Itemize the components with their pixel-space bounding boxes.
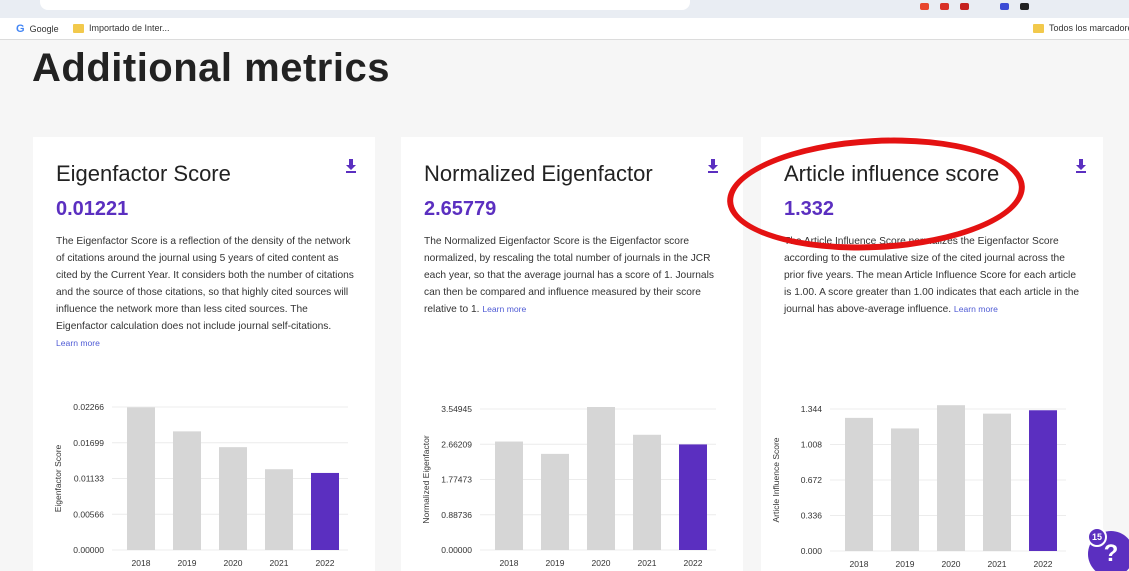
x-tick-label: 2018 bbox=[132, 558, 151, 568]
y-tick-label: 3.54945 bbox=[441, 404, 472, 414]
bar bbox=[845, 417, 873, 551]
bar bbox=[983, 413, 1011, 551]
bar bbox=[127, 407, 155, 550]
learn-more-link[interactable]: Learn more bbox=[482, 304, 526, 314]
bar-chart: 3.54945 2.66209 1.77473 0.88736 0.00000 Norma… bbox=[401, 400, 743, 571]
x-tick-label: 2018 bbox=[850, 559, 869, 569]
page-title: Additional metrics bbox=[32, 46, 390, 90]
x-tick-label: 2021 bbox=[638, 558, 657, 568]
y-tick-label: 0.00000 bbox=[73, 545, 104, 555]
bookmark-google[interactable]: G Google bbox=[16, 23, 59, 35]
bookmark-label: Todos los marcadores bbox=[1049, 23, 1129, 33]
y-tick-label: 1.344 bbox=[801, 404, 823, 414]
x-tick-label: 2020 bbox=[592, 558, 611, 568]
download-icon[interactable] bbox=[346, 159, 356, 173]
description-text: The Eigenfactor Score is a reflection of… bbox=[56, 236, 354, 332]
extension-icon[interactable] bbox=[1020, 3, 1029, 10]
bar bbox=[265, 469, 293, 550]
x-tick-label: 2019 bbox=[896, 559, 915, 569]
y-tick-label: 0.672 bbox=[801, 475, 823, 485]
address-bar[interactable] bbox=[40, 0, 690, 10]
metric-card-eigenfactor: Eigenfactor Score 0.01221 The Eigenfacto… bbox=[33, 137, 375, 571]
y-tick-label: 1.77473 bbox=[441, 475, 472, 485]
bar bbox=[495, 441, 523, 550]
y-tick-label: 0.00566 bbox=[73, 509, 104, 519]
x-tick-label: 2020 bbox=[942, 559, 961, 569]
bar bbox=[219, 447, 247, 550]
card-value: 0.01221 bbox=[56, 198, 129, 220]
extension-icon[interactable] bbox=[1000, 3, 1009, 10]
card-description: The Normalized Eigenfactor Score is the … bbox=[424, 233, 724, 318]
extension-icon[interactable] bbox=[920, 3, 929, 10]
x-tick-label: 2022 bbox=[684, 558, 703, 568]
x-tick-label: 2019 bbox=[178, 558, 197, 568]
download-icon[interactable] bbox=[1076, 159, 1086, 173]
bookmark-label: Google bbox=[29, 24, 59, 34]
card-title: Eigenfactor Score bbox=[56, 161, 231, 186]
bar bbox=[633, 434, 661, 550]
learn-more-link[interactable]: Learn more bbox=[56, 338, 100, 348]
bar bbox=[679, 444, 707, 550]
download-icon[interactable] bbox=[708, 159, 718, 173]
notification-badge: 15 bbox=[1087, 527, 1107, 547]
bookmark-label: Importado de Inter... bbox=[89, 23, 170, 33]
folder-icon bbox=[1033, 23, 1044, 33]
bookmark-imported[interactable]: Importado de Inter... bbox=[73, 23, 170, 33]
y-tick-label: 0.88736 bbox=[441, 510, 472, 520]
bar bbox=[173, 431, 201, 550]
google-icon: G bbox=[16, 23, 25, 35]
y-tick-label: 0.02266 bbox=[73, 402, 104, 412]
bar-chart: 0.02266 0.01699 0.01133 0.00566 0.00000 Eigen… bbox=[33, 400, 375, 571]
browser-tab-strip bbox=[0, 0, 1129, 18]
extension-icon[interactable] bbox=[960, 3, 969, 10]
chart-svg: 1.344 1.008 0.672 0.336 0.000 Article Influen… bbox=[771, 404, 1066, 569]
bar bbox=[541, 453, 569, 550]
metric-card-normalized-eigenfactor: Normalized Eigenfactor 2.65779 The Norma… bbox=[401, 137, 743, 571]
bar bbox=[891, 428, 919, 551]
learn-more-link[interactable]: Learn more bbox=[954, 304, 998, 314]
y-axis-label: Eigenfactor Score bbox=[53, 444, 63, 512]
bar bbox=[1029, 410, 1057, 551]
y-axis-label: Article Influence Score bbox=[771, 437, 781, 522]
x-tick-label: 2021 bbox=[270, 558, 289, 568]
x-tick-label: 2019 bbox=[546, 558, 565, 568]
bar bbox=[937, 405, 965, 551]
bar bbox=[587, 406, 615, 550]
x-tick-label: 2018 bbox=[500, 558, 519, 568]
y-tick-label: 1.008 bbox=[801, 440, 823, 450]
x-tick-label: 2020 bbox=[224, 558, 243, 568]
folder-icon bbox=[73, 23, 84, 33]
card-description: The Eigenfactor Score is a reflection of… bbox=[56, 233, 356, 352]
description-text: The Normalized Eigenfactor Score is the … bbox=[424, 236, 714, 315]
chart-svg: 3.54945 2.66209 1.77473 0.88736 0.00000 Norma… bbox=[421, 404, 716, 568]
chart-svg: 0.02266 0.01699 0.01133 0.00566 0.00000 Eigen… bbox=[53, 402, 348, 568]
y-tick-label: 0.01699 bbox=[73, 438, 104, 448]
y-tick-label: 0.00000 bbox=[441, 545, 472, 555]
bar bbox=[311, 472, 339, 550]
bookmarks-bar: G Google Importado de Inter... Todos los… bbox=[0, 18, 1129, 40]
x-tick-label: 2021 bbox=[988, 559, 1007, 569]
y-tick-label: 2.66209 bbox=[441, 439, 472, 449]
y-tick-label: 0.01133 bbox=[74, 474, 104, 484]
y-axis-label: Normalized Eigenfactor bbox=[421, 435, 431, 524]
y-tick-label: 0.000 bbox=[801, 546, 823, 556]
x-tick-label: 2022 bbox=[1034, 559, 1053, 569]
card-title: Normalized Eigenfactor bbox=[424, 161, 653, 186]
bar-chart: 1.344 1.008 0.672 0.336 0.000 Article Influen… bbox=[761, 400, 1103, 571]
y-tick-label: 0.336 bbox=[801, 511, 823, 521]
bookmark-all[interactable]: Todos los marcadores bbox=[1033, 23, 1129, 33]
card-value: 2.65779 bbox=[424, 198, 497, 220]
x-tick-label: 2022 bbox=[316, 558, 335, 568]
extension-icon[interactable] bbox=[940, 3, 949, 10]
